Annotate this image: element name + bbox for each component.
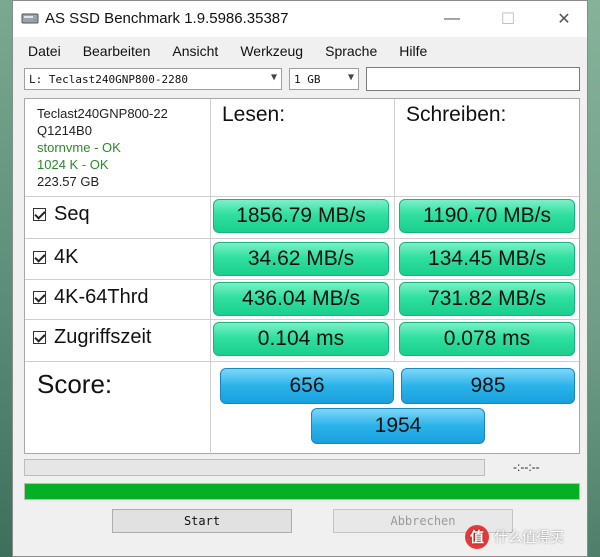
- menu-sprache[interactable]: Sprache: [325, 43, 377, 59]
- test-row-seq[interactable]: Seq: [33, 203, 90, 226]
- watermark-text: 什么值得买: [494, 529, 564, 545]
- test-row-4k-64thrd[interactable]: 4K-64Thrd: [33, 286, 149, 309]
- menu-hilfe[interactable]: Hilfe: [399, 43, 427, 59]
- test-row-access-time[interactable]: Zugriffszeit: [33, 326, 151, 349]
- menu-werkzeug[interactable]: Werkzeug: [240, 43, 303, 59]
- checkbox-checked-icon[interactable]: [33, 208, 46, 221]
- checkbox-checked-icon[interactable]: [33, 331, 46, 344]
- access-time-read-result: 0.104 ms: [213, 322, 389, 356]
- watermark: 值 什么值得买: [465, 522, 585, 552]
- window-title: AS SSD Benchmark 1.9.5986.35387: [45, 10, 289, 27]
- seq-read-result: 1856.79 MB/s: [213, 199, 389, 233]
- title-bar[interactable]: AS SSD Benchmark 1.9.5986.35387 — ☐ ✕: [13, 1, 587, 37]
- test-label: Seq: [54, 203, 90, 225]
- maximize-button[interactable]: ☐: [485, 1, 531, 37]
- write-column-header: Schreiben:: [406, 103, 507, 126]
- watermark-logo: 值: [465, 525, 489, 549]
- total-progress-bar: [24, 483, 580, 500]
- search-input[interactable]: [366, 67, 580, 91]
- read-score: 656: [220, 368, 394, 404]
- start-button[interactable]: Start: [112, 509, 292, 533]
- checkbox-checked-icon[interactable]: [33, 291, 46, 304]
- minimize-button[interactable]: —: [429, 1, 475, 37]
- seq-write-result: 1190.70 MB/s: [399, 199, 575, 233]
- test-label: 4K-64Thrd: [54, 286, 149, 308]
- score-label: Score:: [37, 369, 113, 399]
- alignment-status: 1024 K - OK: [37, 157, 109, 172]
- 4k-write-result: 134.45 MB/s: [399, 242, 575, 276]
- drive-info: Teclast240GNP800-22 Q1214B0 stornvme - O…: [37, 105, 168, 190]
- access-time-write-result: 0.078 ms: [399, 322, 575, 356]
- results-panel: Teclast240GNP800-22 Q1214B0 stornvme - O…: [24, 98, 581, 455]
- elapsed-time: -:--:--: [513, 460, 540, 474]
- 4k-64thrd-write-result: 731.82 MB/s: [399, 282, 575, 316]
- app-window: AS SSD Benchmark 1.9.5986.35387 — ☐ ✕ Da…: [12, 0, 588, 557]
- 4k-read-result: 34.62 MB/s: [213, 242, 389, 276]
- drive-select[interactable]: L: Teclast240GNP800-2280 ▼: [24, 68, 282, 90]
- write-score: 985: [401, 368, 575, 404]
- chevron-down-icon: ▼: [270, 72, 277, 83]
- menu-bar: Datei Bearbeiten Ansicht Werkzeug Sprach…: [13, 39, 587, 63]
- menu-bearbeiten[interactable]: Bearbeiten: [83, 43, 151, 59]
- drive-icon: [21, 13, 39, 24]
- read-column-header: Lesen:: [222, 103, 286, 126]
- menu-datei[interactable]: Datei: [28, 43, 61, 59]
- current-test-progress: [24, 459, 485, 476]
- checkbox-checked-icon[interactable]: [33, 251, 46, 264]
- desktop-background-right: [588, 0, 600, 557]
- drive-model: Teclast240GNP800-22: [37, 106, 168, 121]
- drive-select-value: L: Teclast240GNP800-2280: [29, 72, 188, 86]
- chevron-down-icon: ▼: [347, 72, 354, 83]
- test-row-4k[interactable]: 4K: [33, 246, 78, 269]
- desktop-background-left: [0, 0, 12, 557]
- size-select-value: 1 GB: [294, 72, 321, 86]
- test-label: 4K: [54, 246, 79, 268]
- close-button[interactable]: ✕: [541, 1, 587, 37]
- test-label: Zugriffszeit: [54, 326, 152, 348]
- drive-firmware: Q1214B0: [37, 123, 92, 138]
- driver-status: stornvme - OK: [37, 140, 121, 155]
- total-score: 1954: [311, 408, 485, 444]
- menu-ansicht[interactable]: Ansicht: [172, 43, 218, 59]
- 4k-64thrd-read-result: 436.04 MB/s: [213, 282, 389, 316]
- total-progress-fill: [25, 484, 579, 499]
- size-select[interactable]: 1 GB ▼: [289, 68, 359, 90]
- drive-capacity: 223.57 GB: [37, 174, 100, 189]
